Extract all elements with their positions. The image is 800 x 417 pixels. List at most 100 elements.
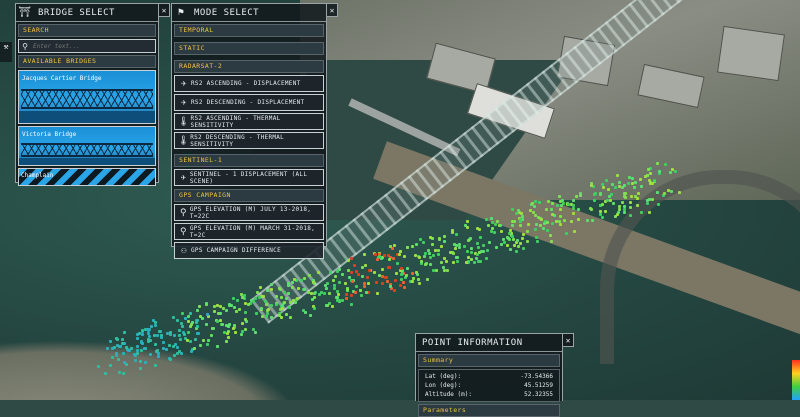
insar-point[interactable] <box>404 273 408 277</box>
insar-point[interactable] <box>234 330 238 334</box>
insar-point[interactable] <box>219 304 223 308</box>
insar-point[interactable] <box>542 226 546 230</box>
insar-point[interactable] <box>282 290 286 294</box>
insar-point[interactable] <box>103 372 107 376</box>
insar-point[interactable] <box>215 304 219 307</box>
insar-point[interactable] <box>417 282 421 285</box>
insar-point[interactable] <box>428 262 432 266</box>
insar-point[interactable] <box>414 242 418 246</box>
insar-point[interactable] <box>429 235 433 239</box>
insar-point[interactable] <box>324 304 328 307</box>
insar-point[interactable] <box>251 327 255 331</box>
insar-point[interactable] <box>500 229 504 233</box>
insar-point[interactable] <box>419 259 423 263</box>
insar-point[interactable] <box>566 203 570 206</box>
insar-point[interactable] <box>168 358 172 362</box>
insar-point[interactable] <box>109 339 113 343</box>
insar-point[interactable] <box>538 223 542 227</box>
insar-point[interactable] <box>441 265 445 269</box>
insar-point[interactable] <box>293 301 297 305</box>
insar-point[interactable] <box>312 291 316 295</box>
insar-point[interactable] <box>475 226 479 230</box>
insar-point[interactable] <box>355 284 359 288</box>
bridge-card-champlain[interactable]: Champlain <box>18 168 156 186</box>
insar-point[interactable] <box>254 330 258 334</box>
insar-point[interactable] <box>114 337 118 341</box>
insar-point[interactable] <box>138 360 142 364</box>
insar-point[interactable] <box>365 276 369 280</box>
insar-point[interactable] <box>550 239 554 243</box>
insar-point[interactable] <box>205 322 209 326</box>
insar-point[interactable] <box>545 207 549 211</box>
insar-point[interactable] <box>195 319 199 322</box>
insar-point[interactable] <box>510 235 514 239</box>
insar-point[interactable] <box>309 313 313 317</box>
insar-point[interactable] <box>295 297 299 301</box>
insar-point[interactable] <box>494 222 498 226</box>
insar-point[interactable] <box>589 183 593 187</box>
insar-point[interactable] <box>550 212 554 216</box>
insar-point[interactable] <box>374 252 378 256</box>
insar-point[interactable] <box>177 329 181 333</box>
insar-point[interactable] <box>181 312 185 316</box>
insar-point[interactable] <box>510 224 514 228</box>
insar-point[interactable] <box>569 220 573 224</box>
insar-point[interactable] <box>509 247 513 251</box>
insar-point[interactable] <box>450 228 454 232</box>
insar-point[interactable] <box>485 248 489 252</box>
insar-point[interactable] <box>455 259 459 263</box>
insar-point[interactable] <box>487 223 491 227</box>
insar-point[interactable] <box>227 324 230 328</box>
insar-point[interactable] <box>549 208 553 212</box>
insar-point[interactable] <box>574 195 578 199</box>
insar-point[interactable] <box>469 237 473 241</box>
insar-point[interactable] <box>551 221 555 225</box>
insar-point[interactable] <box>255 291 259 295</box>
insar-point[interactable] <box>224 340 228 343</box>
insar-point[interactable] <box>300 278 304 282</box>
insar-point[interactable] <box>259 307 263 311</box>
insar-point[interactable] <box>284 313 288 317</box>
insar-point[interactable] <box>402 254 406 258</box>
insar-point[interactable] <box>350 256 354 260</box>
insar-point[interactable] <box>177 349 181 353</box>
insar-point[interactable] <box>364 264 368 268</box>
insar-point[interactable] <box>162 340 166 344</box>
insar-point[interactable] <box>360 293 364 297</box>
insar-point[interactable] <box>257 295 261 299</box>
insar-point[interactable] <box>658 169 662 173</box>
insar-point[interactable] <box>630 194 634 198</box>
insar-point[interactable] <box>555 204 559 208</box>
insar-point[interactable] <box>288 300 292 304</box>
insar-point[interactable] <box>312 281 316 285</box>
insar-point[interactable] <box>401 281 405 285</box>
bridge-select-close-button[interactable]: ✕ <box>158 3 170 17</box>
insar-point[interactable] <box>286 284 290 287</box>
insar-point[interactable] <box>476 245 480 249</box>
insar-point[interactable] <box>346 269 350 273</box>
insar-point[interactable] <box>235 298 239 302</box>
insar-point[interactable] <box>255 312 259 316</box>
insar-point[interactable] <box>495 219 499 223</box>
insar-point[interactable] <box>141 329 144 332</box>
insar-point[interactable] <box>426 277 430 281</box>
insar-point[interactable] <box>592 199 596 203</box>
insar-point[interactable] <box>319 290 323 294</box>
insar-point[interactable] <box>344 297 348 301</box>
insar-point[interactable] <box>479 235 483 239</box>
insar-point[interactable] <box>333 274 337 278</box>
insar-point[interactable] <box>417 256 421 260</box>
insar-point[interactable] <box>240 295 244 299</box>
insar-point[interactable] <box>270 288 274 292</box>
insar-point[interactable] <box>215 319 219 323</box>
insar-point[interactable] <box>618 181 622 185</box>
insar-point[interactable] <box>635 204 639 208</box>
insar-point[interactable] <box>146 331 150 335</box>
insar-point[interactable] <box>336 292 340 296</box>
insar-point[interactable] <box>180 325 184 329</box>
insar-point[interactable] <box>588 207 592 211</box>
insar-point[interactable] <box>153 333 157 337</box>
insar-point[interactable] <box>648 197 652 201</box>
insar-point[interactable] <box>164 348 168 352</box>
insar-point[interactable] <box>354 270 358 273</box>
